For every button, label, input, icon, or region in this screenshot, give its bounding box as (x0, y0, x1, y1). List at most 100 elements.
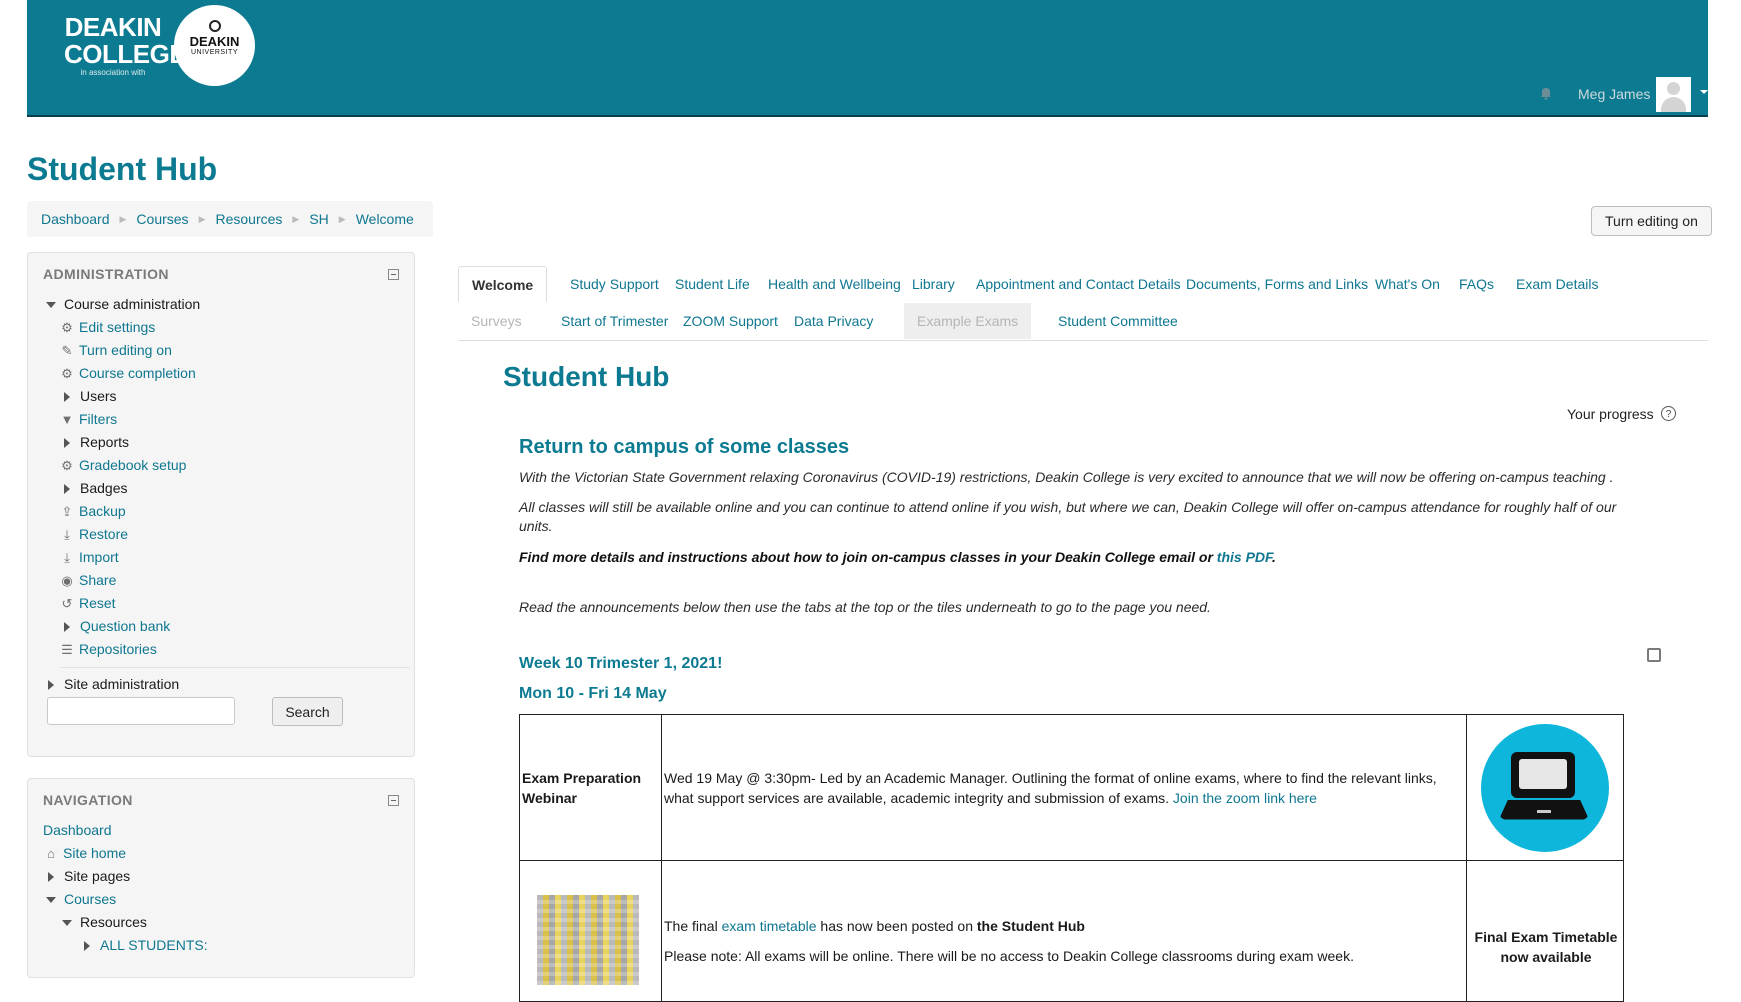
nav-courses-link[interactable]: Courses (64, 888, 116, 911)
admin-item-label[interactable]: Share (79, 569, 116, 592)
final-exam-timetable-label: Final Exam Timetable now available (1474, 929, 1618, 965)
administration-title: ADMINISTRATION (43, 266, 169, 282)
collapsed-arrow-icon (64, 391, 70, 402)
admin-item-gradebook-setup[interactable]: ⚙ Gradebook setup (43, 454, 410, 477)
collapsed-arrow-icon (48, 871, 54, 882)
admin-item-label[interactable]: Edit settings (79, 316, 155, 339)
gear-icon: ⚙ (61, 458, 73, 473)
tab-whats-on[interactable]: What's On (1362, 266, 1453, 302)
admin-item-label[interactable]: Repositories (79, 638, 157, 661)
nav-dashboard-link[interactable]: Dashboard (43, 819, 112, 842)
nav-all-students-link[interactable]: ALL STUDENTS: (100, 934, 208, 957)
chevron-down-icon[interactable] (1700, 90, 1708, 94)
webinar-text: Wed 19 May @ 3:30pm- Led by an Academic … (664, 769, 1437, 806)
admin-item-reports[interactable]: Reports (43, 431, 410, 454)
admin-item-share[interactable]: ◉ Share (43, 569, 410, 592)
help-icon[interactable]: ? (1661, 406, 1676, 421)
tab-study-support[interactable]: Study Support (557, 266, 672, 302)
deakin-college-logo[interactable]: DEAKIN COLLEGE in association with (64, 14, 187, 78)
avatar-head (1667, 82, 1680, 95)
timetable-description: The final exam timetable has now been po… (662, 916, 1466, 936)
tab-start-of-trimester[interactable]: Start of Trimester (548, 303, 681, 339)
nav-all-students[interactable]: ALL STUDENTS: (43, 934, 208, 957)
download-icon: ⤓ (64, 527, 70, 542)
bell-icon[interactable] (1539, 86, 1553, 100)
admin-item-label[interactable]: Restore (79, 523, 128, 546)
admin-item-label[interactable]: Filters (79, 408, 117, 431)
admin-item-filters[interactable]: ▼ Filters (43, 408, 410, 431)
admin-search-input[interactable] (47, 697, 235, 725)
admin-item-label[interactable]: Question bank (80, 615, 170, 638)
admin-item-import[interactable]: ⤓ Import (43, 546, 410, 569)
tab-faqs[interactable]: FAQs (1446, 266, 1507, 302)
user-name[interactable]: Meg James (1578, 86, 1650, 102)
breadcrumb-welcome[interactable]: Welcome (356, 211, 414, 227)
turn-editing-on-button[interactable]: Turn editing on (1591, 206, 1712, 236)
admin-item-question-bank[interactable]: Question bank (43, 615, 410, 638)
admin-item-reset[interactable]: ↺ Reset (43, 592, 410, 615)
dock-block-icon[interactable] (388, 795, 399, 806)
tab-library[interactable]: Library (899, 266, 968, 302)
dock-block-icon[interactable] (388, 269, 399, 280)
admin-item-badges[interactable]: Badges (43, 477, 410, 500)
admin-item-turn-editing-on[interactable]: ✎ Turn editing on (43, 339, 410, 362)
admin-item-repositories[interactable]: ☰ Repositories (43, 638, 410, 661)
navigation-title: NAVIGATION (43, 792, 133, 808)
nav-dashboard[interactable]: Dashboard (43, 819, 208, 842)
tab-appointment-and-contact-details[interactable]: Appointment and Contact Details (963, 266, 1194, 302)
admin-item-backup[interactable]: ⇪ Backup (43, 500, 410, 523)
breadcrumb-sh[interactable]: SH (309, 211, 328, 227)
admin-item-label[interactable]: Course completion (79, 362, 196, 385)
admin-item-users[interactable]: Users (43, 385, 410, 408)
admin-item-course-completion[interactable]: ⚙ Course completion (43, 362, 410, 385)
tab-health-and-wellbeing[interactable]: Health and Wellbeing (755, 266, 914, 302)
laptop-icon (1481, 723, 1609, 852)
course-administration-node[interactable]: Course administration (43, 293, 410, 316)
tab-student-committee[interactable]: Student Committee (1045, 303, 1191, 339)
admin-item-edit-settings[interactable]: ⚙ Edit settings (43, 316, 410, 339)
admin-item-label[interactable]: Gradebook setup (79, 454, 186, 477)
avatar-body (1661, 97, 1686, 112)
announcement-paragraph-4: Read the announcements below then use th… (519, 599, 1211, 615)
database-icon: ☰ (61, 642, 73, 657)
tab-data-privacy[interactable]: Data Privacy (781, 303, 886, 339)
site-administration-node[interactable]: Site administration (43, 673, 410, 696)
upload-icon: ⇪ (61, 504, 73, 519)
nav-site-home[interactable]: ⌂ Site home (43, 842, 208, 865)
breadcrumb-separator-icon: ▶ (292, 213, 300, 224)
table-cell (519, 860, 662, 1002)
zoom-link[interactable]: Join the zoom link here (1173, 790, 1317, 806)
breadcrumb-dashboard[interactable]: Dashboard (41, 211, 110, 227)
completion-checkbox[interactable] (1647, 648, 1661, 662)
timetable-text-bold: the Student Hub (976, 918, 1085, 934)
table-row: The final exam timetable has now been po… (519, 860, 1624, 1002)
admin-item-label[interactable]: Backup (79, 500, 126, 523)
expanded-arrow-icon (62, 919, 72, 926)
nav-courses[interactable]: Courses (43, 888, 208, 911)
exam-timetable-link[interactable]: exam timetable (722, 918, 817, 934)
tab-welcome[interactable]: Welcome (458, 266, 548, 302)
tab-documents-forms-and-links[interactable]: Documents, Forms and Links (1173, 266, 1381, 302)
collapsed-arrow-icon (84, 940, 90, 951)
nav-site-pages[interactable]: Site pages (43, 865, 208, 888)
nav-resources[interactable]: Resources (43, 911, 208, 934)
nav-site-home-link[interactable]: Site home (63, 842, 126, 865)
this-pdf-link[interactable]: this PDF (1217, 549, 1272, 565)
table-cell: The final exam timetable has now been po… (661, 860, 1467, 1002)
admin-item-label[interactable]: Reset (79, 592, 116, 615)
breadcrumb-courses[interactable]: Courses (136, 211, 188, 227)
tab-exam-details[interactable]: Exam Details (1503, 266, 1611, 302)
admin-item-restore[interactable]: ⤓ Restore (43, 523, 410, 546)
avatar[interactable] (1656, 77, 1691, 112)
navigation-block: NAVIGATION Dashboard ⌂ Site home Site pa… (27, 778, 415, 978)
breadcrumb-resources[interactable]: Resources (215, 211, 282, 227)
admin-item-label[interactable]: Turn editing on (79, 339, 172, 362)
tab-student-life[interactable]: Student Life (662, 266, 763, 302)
gear-icon: ⚙ (61, 366, 73, 381)
collapsed-arrow-icon (64, 483, 70, 494)
tab-zoom-support[interactable]: ZOOM Support (670, 303, 791, 339)
admin-item-label: Users (80, 388, 117, 404)
admin-search-button[interactable]: Search (272, 697, 343, 726)
admin-item-label[interactable]: Import (79, 546, 119, 569)
page-title: Student Hub (27, 151, 218, 187)
